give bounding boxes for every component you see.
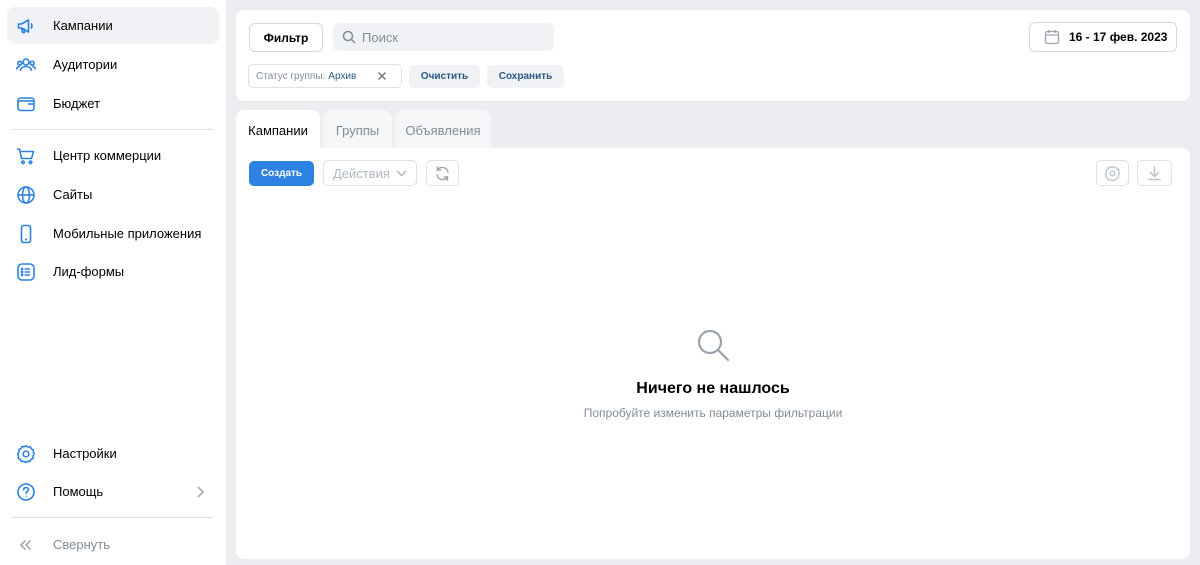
search-icon [342, 30, 356, 44]
sidebar-item-label: Бюджет [53, 96, 101, 111]
create-button[interactable]: Создать [249, 161, 314, 186]
list-icon [16, 262, 36, 282]
users-icon [16, 55, 36, 75]
save-button[interactable]: Сохранить [487, 65, 564, 88]
chevron-right-icon [197, 486, 205, 498]
calendar-icon [1044, 30, 1060, 45]
sidebar-item-sites[interactable]: Сайты [7, 176, 219, 213]
app-root: Кампании Аудитории Бюджет Центр коммерци… [0, 0, 1200, 565]
sidebar-item-lead-forms[interactable]: Лид-формы [7, 253, 219, 290]
sidebar-item-settings[interactable]: Настройки [7, 435, 219, 472]
search-input[interactable] [362, 29, 532, 45]
help-icon [16, 482, 36, 502]
filter-panel: Фильтр 16 - 17 фев. 2023 Статус группы: … [236, 10, 1190, 101]
search-box[interactable] [333, 23, 554, 51]
sidebar-collapse-label: Свернуть [53, 537, 111, 552]
cart-icon [16, 146, 36, 166]
tab-campaigns[interactable]: Кампании [236, 110, 320, 150]
actions-dropdown-label: Действия [333, 165, 390, 181]
sidebar-divider [12, 517, 213, 518]
phone-icon [16, 224, 36, 244]
sidebar-item-commerce[interactable]: Центр коммерции [7, 137, 219, 174]
sidebar-item-help[interactable]: Помощь [7, 473, 219, 510]
sidebar-item-label: Центр коммерции [53, 148, 162, 163]
sidebar-collapse-button[interactable]: Свернуть [7, 526, 219, 563]
sidebar-item-label: Аудитории [53, 57, 118, 72]
sidebar-settings-label: Настройки [53, 446, 117, 461]
filter-chip-key: Статус группы: [256, 70, 326, 82]
sidebar-item-label: Кампании [53, 18, 113, 33]
campaigns-panel: Создать Действия Ничего не нашлось Попро… [236, 148, 1190, 559]
download-button[interactable] [1137, 160, 1172, 186]
tab-groups[interactable]: Группы [323, 110, 392, 150]
globe-icon [16, 185, 36, 205]
gear-icon [1104, 165, 1121, 181]
empty-state-subtitle: Попробуйте изменить параметры фильтрации [583, 406, 843, 420]
sidebar-item-budget[interactable]: Бюджет [7, 85, 219, 122]
sidebar-divider [12, 129, 213, 130]
download-icon [1148, 165, 1161, 180]
gear-icon [16, 444, 36, 464]
close-icon[interactable] [377, 71, 387, 81]
search-icon [697, 329, 730, 362]
sidebar-item-mobile-apps[interactable]: Мобильные приложения [7, 215, 219, 252]
double-chevron-left-icon [16, 535, 36, 555]
sidebar: Кампании Аудитории Бюджет Центр коммерци… [0, 0, 226, 565]
clear-button[interactable]: Очистить [409, 65, 480, 88]
filter-chip[interactable]: Статус группы: Архив [248, 64, 402, 88]
empty-state-title: Ничего не нашлось [636, 380, 790, 397]
actions-dropdown[interactable]: Действия [323, 160, 417, 186]
sidebar-item-campaigns[interactable]: Кампании [7, 7, 219, 44]
megaphone-icon [16, 16, 36, 36]
filter-button[interactable]: Фильтр [249, 23, 323, 52]
wallet-icon [16, 94, 36, 114]
chevron-down-icon [396, 170, 407, 177]
sidebar-item-audiences[interactable]: Аудитории [7, 46, 219, 83]
filter-chip-value: Архив [328, 70, 357, 82]
sidebar-item-label: Мобильные приложения [53, 226, 202, 241]
sidebar-item-label: Сайты [53, 187, 93, 202]
date-range-label: 16 - 17 фев. 2023 [1069, 30, 1168, 44]
tab-ads[interactable]: Объявления [395, 110, 491, 150]
settings-button[interactable] [1096, 160, 1129, 186]
sidebar-item-label: Лид-формы [53, 264, 125, 279]
refresh-icon [436, 165, 449, 181]
refresh-button[interactable] [426, 160, 459, 186]
date-range-button[interactable]: 16 - 17 фев. 2023 [1029, 22, 1177, 52]
sidebar-help-label: Помощь [53, 484, 104, 499]
